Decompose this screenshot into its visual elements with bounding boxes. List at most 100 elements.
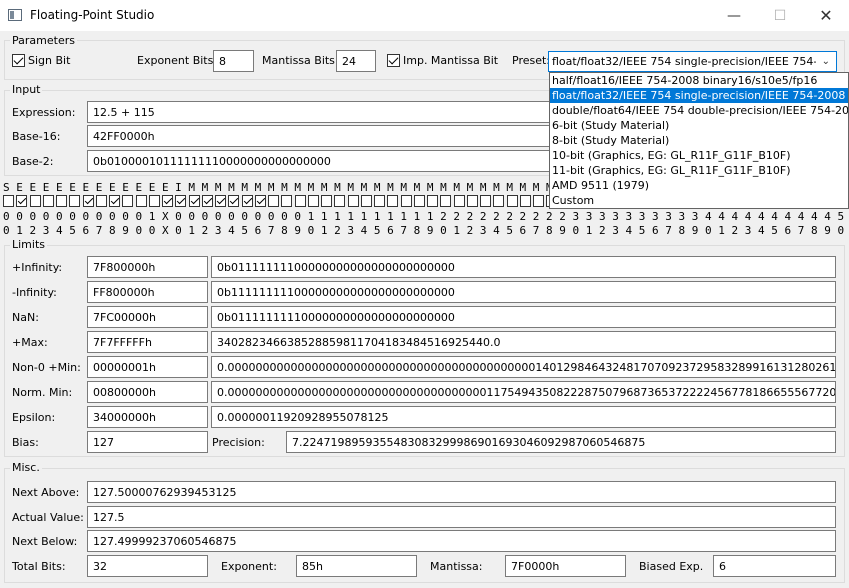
preset-option[interactable]: 11-bit (Graphics, EG: GL_R11F_G11F_B10F): [550, 163, 848, 178]
bit-checkbox[interactable]: [109, 195, 120, 207]
bit-index-tens-row: 0 0 0 0 0 0 0 0 0 0 0 1 X 0 0 0 0 0 0 0 …: [3, 210, 848, 223]
biased-exp-value[interactable]: 6: [713, 555, 836, 577]
preset-option[interactable]: double/float64/IEEE 754 double-precision…: [550, 103, 848, 118]
maximize-button[interactable]: ☐: [757, 0, 803, 31]
next-below-label: Next Below:: [12, 535, 78, 548]
bit-checkbox[interactable]: [307, 195, 319, 207]
epsilon-hex[interactable]: 34000000h: [87, 406, 208, 428]
norm-min-hex[interactable]: 00800000h: [87, 381, 208, 403]
bit-checkbox[interactable]: [254, 195, 266, 207]
bit-checkbox[interactable]: [82, 195, 94, 207]
bit-checkbox[interactable]: [360, 195, 372, 207]
precision-value[interactable]: 7.22471989593554830832999869016930460929…: [286, 431, 836, 453]
max-label: +Max:: [12, 336, 48, 349]
bit-checkbox[interactable]: [3, 195, 14, 207]
preset-option[interactable]: 6-bit (Study Material): [550, 118, 848, 133]
pos-infinity-value[interactable]: 0b01111111100000000000000000000000: [211, 256, 836, 278]
bit-checkbox[interactable]: [400, 195, 412, 207]
bit-checkbox[interactable]: [241, 195, 253, 207]
preset-option[interactable]: float/float32/IEEE 754 single-precision/…: [550, 88, 848, 103]
minimize-button[interactable]: —: [711, 0, 757, 31]
bit-checkbox[interactable]: [374, 195, 385, 207]
preset-combobox[interactable]: float/float32/IEEE 754 single-precision/…: [548, 51, 837, 72]
nan-hex[interactable]: 7FC00000h: [87, 306, 208, 328]
min-hex[interactable]: 00000001h: [87, 356, 208, 378]
preset-label: Preset:: [512, 54, 551, 67]
bit-checkbox[interactable]: [347, 195, 359, 207]
preset-option[interactable]: Custom: [550, 193, 848, 208]
bit-checkbox[interactable]: [506, 195, 518, 207]
pos-infinity-label: +Infinity:: [12, 261, 63, 274]
imp-mantissa-label: Imp. Mantissa Bit: [403, 54, 499, 67]
base16-label: Base-16:: [12, 130, 61, 143]
imp-mantissa-checkbox[interactable]: [387, 54, 400, 67]
bit-checkbox[interactable]: [69, 195, 81, 207]
pos-infinity-hex[interactable]: 7F800000h: [87, 256, 208, 278]
neg-infinity-hex[interactable]: FF800000h: [87, 281, 208, 303]
mantissa-bits-input[interactable]: 24: [336, 50, 376, 72]
bit-checkbox[interactable]: [215, 195, 226, 207]
nan-value[interactable]: 0b01111111110000000000000000000000: [211, 306, 836, 328]
exponent-bits-input[interactable]: 8: [213, 50, 254, 72]
neg-infinity-label: -Infinity:: [12, 286, 57, 299]
next-above-value[interactable]: 127.50000762939453125: [87, 481, 836, 503]
preset-selected-value: float/float32/IEEE 754 single-precision/…: [552, 55, 816, 68]
bit-checkbox[interactable]: [387, 195, 399, 207]
bit-checkbox[interactable]: [466, 195, 478, 207]
exponent-bits-label: Exponent Bits:: [137, 54, 218, 67]
exponent-value[interactable]: 85h: [296, 555, 417, 577]
norm-min-label: Norm. Min:: [12, 386, 73, 399]
epsilon-value[interactable]: 0.00000011920928955078125: [211, 406, 836, 428]
preset-option[interactable]: half/float16/IEEE 754-2008 binary16/s10e…: [550, 73, 848, 88]
total-bits-value[interactable]: 32: [87, 555, 208, 577]
bit-checkbox[interactable]: [29, 195, 41, 207]
preset-option[interactable]: 8-bit (Study Material): [550, 133, 848, 148]
actual-value[interactable]: 127.5: [87, 506, 836, 528]
bit-checkbox[interactable]: [519, 195, 531, 207]
bias-label: Bias:: [12, 436, 39, 449]
min-value[interactable]: 0.00000000000000000000000000000000000000…: [211, 356, 836, 378]
bit-checkbox[interactable]: [453, 195, 465, 207]
bit-checkbox[interactable]: [95, 195, 107, 207]
max-hex[interactable]: 7F7FFFFFh: [87, 331, 208, 353]
bit-checkbox[interactable]: [493, 195, 505, 207]
bit-checkbox[interactable]: [533, 195, 544, 207]
bit-checkbox[interactable]: [440, 195, 452, 207]
preset-option[interactable]: AMD 9511 (1979): [550, 178, 848, 193]
bit-checkbox[interactable]: [148, 195, 160, 207]
exponent-label: Exponent:: [221, 560, 277, 573]
close-button[interactable]: ✕: [803, 0, 849, 31]
preset-dropdown-list[interactable]: half/float16/IEEE 754-2008 binary16/s10e…: [549, 72, 849, 209]
min-label: Non-0 +Min:: [12, 361, 81, 374]
app-icon: [8, 9, 22, 21]
bit-checkbox[interactable]: [42, 195, 54, 207]
bit-checkbox[interactable]: [281, 195, 293, 207]
bit-checkbox[interactable]: [294, 195, 306, 207]
bit-checkbox[interactable]: [162, 195, 173, 207]
bit-checkbox[interactable]: [228, 195, 240, 207]
bit-checkbox[interactable]: [480, 195, 491, 207]
bit-checkbox[interactable]: [135, 195, 147, 207]
next-above-label: Next Above:: [12, 486, 80, 499]
bit-checkbox[interactable]: [413, 195, 425, 207]
bit-checkbox[interactable]: [56, 195, 67, 207]
bit-checkbox[interactable]: [427, 195, 438, 207]
chevron-down-icon[interactable]: ⌄: [822, 56, 830, 67]
bit-checkbox[interactable]: [122, 195, 134, 207]
mantissa-value[interactable]: 7F0000h: [505, 555, 626, 577]
norm-min-value[interactable]: 0.00000000000000000000000000000000000001…: [211, 381, 836, 403]
next-below-value[interactable]: 127.49999237060546875: [87, 530, 836, 552]
bit-checkbox[interactable]: [201, 195, 213, 207]
bit-checkbox[interactable]: [188, 195, 200, 207]
bit-checkbox[interactable]: [268, 195, 279, 207]
neg-infinity-value[interactable]: 0b11111111100000000000000000000000: [211, 281, 836, 303]
sign-bit-checkbox[interactable]: [12, 54, 25, 67]
bit-checkbox[interactable]: [321, 195, 332, 207]
bit-checkbox[interactable]: [175, 195, 187, 207]
bit-checkbox[interactable]: [334, 195, 346, 207]
biased-exp-label: Biased Exp.: [639, 560, 704, 573]
preset-option[interactable]: 10-bit (Graphics, EG: GL_R11F_G11F_B10F): [550, 148, 848, 163]
bias-value[interactable]: 127: [87, 431, 208, 453]
max-value[interactable]: 340282346638528859811704183484516925440.…: [211, 331, 836, 353]
bit-checkbox[interactable]: [16, 195, 28, 207]
